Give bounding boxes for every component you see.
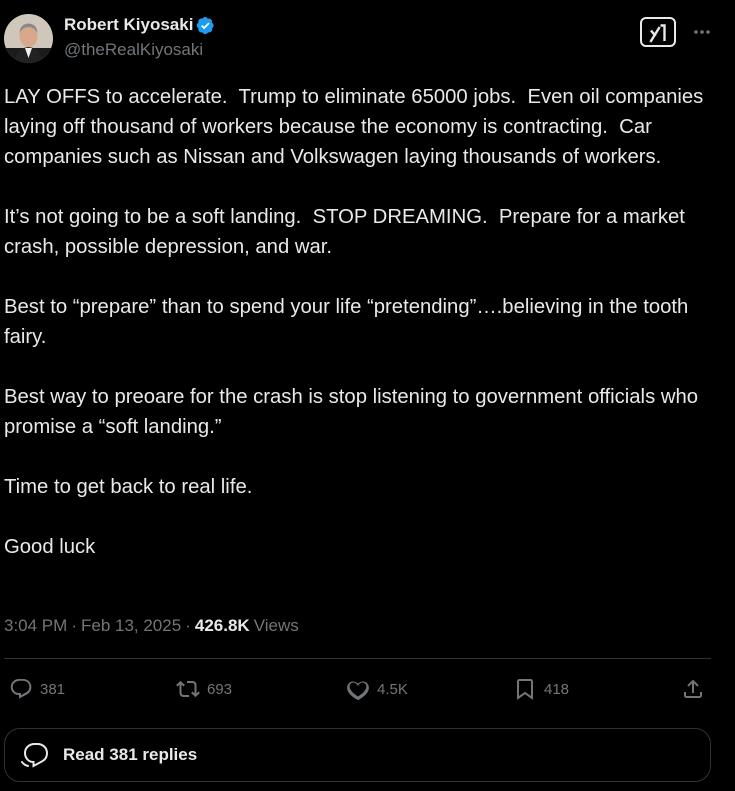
like-button[interactable]: 4.5K	[346, 672, 408, 706]
bookmark-icon	[517, 679, 533, 700]
views-count[interactable]: 426.8K	[195, 616, 250, 636]
author-handle[interactable]: @theRealKiyosaki	[64, 40, 215, 60]
tweet-paragraph: Time to get back to real life.	[4, 476, 253, 498]
display-name[interactable]: Robert Kiyosaki	[64, 15, 193, 35]
meta-separator: ·	[185, 616, 191, 635]
more-options-button[interactable]	[690, 20, 714, 44]
tweet-paragraph: Best to “prepare” than to spend your lif…	[4, 296, 694, 348]
author-names: Robert Kiyosaki @theRealKiyosaki	[64, 13, 215, 60]
reply-count: 381	[40, 680, 66, 698]
bookmark-button[interactable]: 418	[513, 672, 569, 706]
share-button[interactable]	[681, 672, 705, 706]
tweet-paragraph: LAY OFFS to accelerate. Trump to elimina…	[4, 86, 709, 168]
repost-count: 693	[207, 680, 233, 698]
more-options-icon	[694, 30, 710, 34]
tweet-text: LAY OFFS to accelerate. Trump to elimina…	[4, 82, 724, 562]
replies-bubble-icon	[21, 743, 49, 768]
like-count: 4.5K	[377, 680, 408, 698]
verified-badge-icon[interactable]	[196, 16, 215, 35]
tweet-paragraph: Good luck	[4, 536, 96, 558]
grok-button[interactable]	[640, 17, 676, 47]
tweet-time[interactable]: 3:04 PM	[4, 616, 67, 636]
grok-icon	[649, 24, 666, 43]
bookmark-count: 418	[544, 680, 570, 698]
tweet-header: Robert Kiyosaki @theRealKiyosaki	[4, 12, 735, 64]
reply-icon	[10, 679, 32, 699]
reply-button[interactable]: 381	[9, 672, 65, 706]
tweet-paragraph: It’s not going to be a soft landing. STO…	[4, 206, 691, 258]
heart-icon	[347, 681, 369, 701]
tweet-paragraph: Best way to preoare for the crash is sto…	[4, 386, 704, 438]
action-bar: 381 693 4.5K 418	[0, 672, 735, 706]
avatar[interactable]	[4, 14, 53, 63]
meta-separator: ·	[71, 616, 77, 635]
avatar-image	[4, 14, 53, 63]
tweet-meta: 3:04 PM · Feb 13, 2025 · 426.8K Views	[4, 614, 299, 638]
share-icon	[684, 679, 702, 698]
repost-button[interactable]: 693	[176, 672, 232, 706]
display-name-row[interactable]: Robert Kiyosaki	[64, 13, 215, 37]
repost-icon	[176, 680, 200, 698]
views-label[interactable]: Views	[254, 616, 299, 636]
read-replies-button[interactable]: Read 381 replies	[4, 728, 711, 782]
read-replies-label: Read 381 replies	[63, 745, 198, 764]
tweet-date[interactable]: Feb 13, 2025	[81, 616, 181, 636]
divider	[4, 658, 711, 659]
